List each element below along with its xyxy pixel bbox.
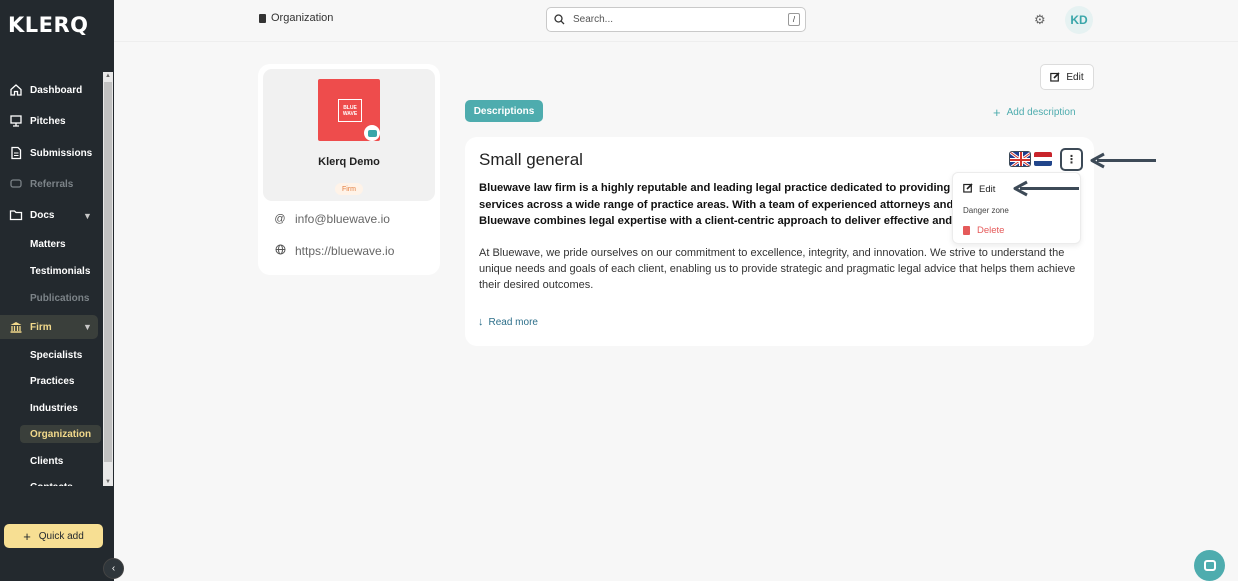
annotation-arrow-kebab	[1090, 152, 1156, 169]
chat-icon	[1203, 560, 1216, 571]
annotation-arrows	[1013, 152, 1156, 197]
chat-launcher-button[interactable]	[1194, 550, 1225, 581]
annotation-arrow-edit	[1013, 180, 1079, 197]
